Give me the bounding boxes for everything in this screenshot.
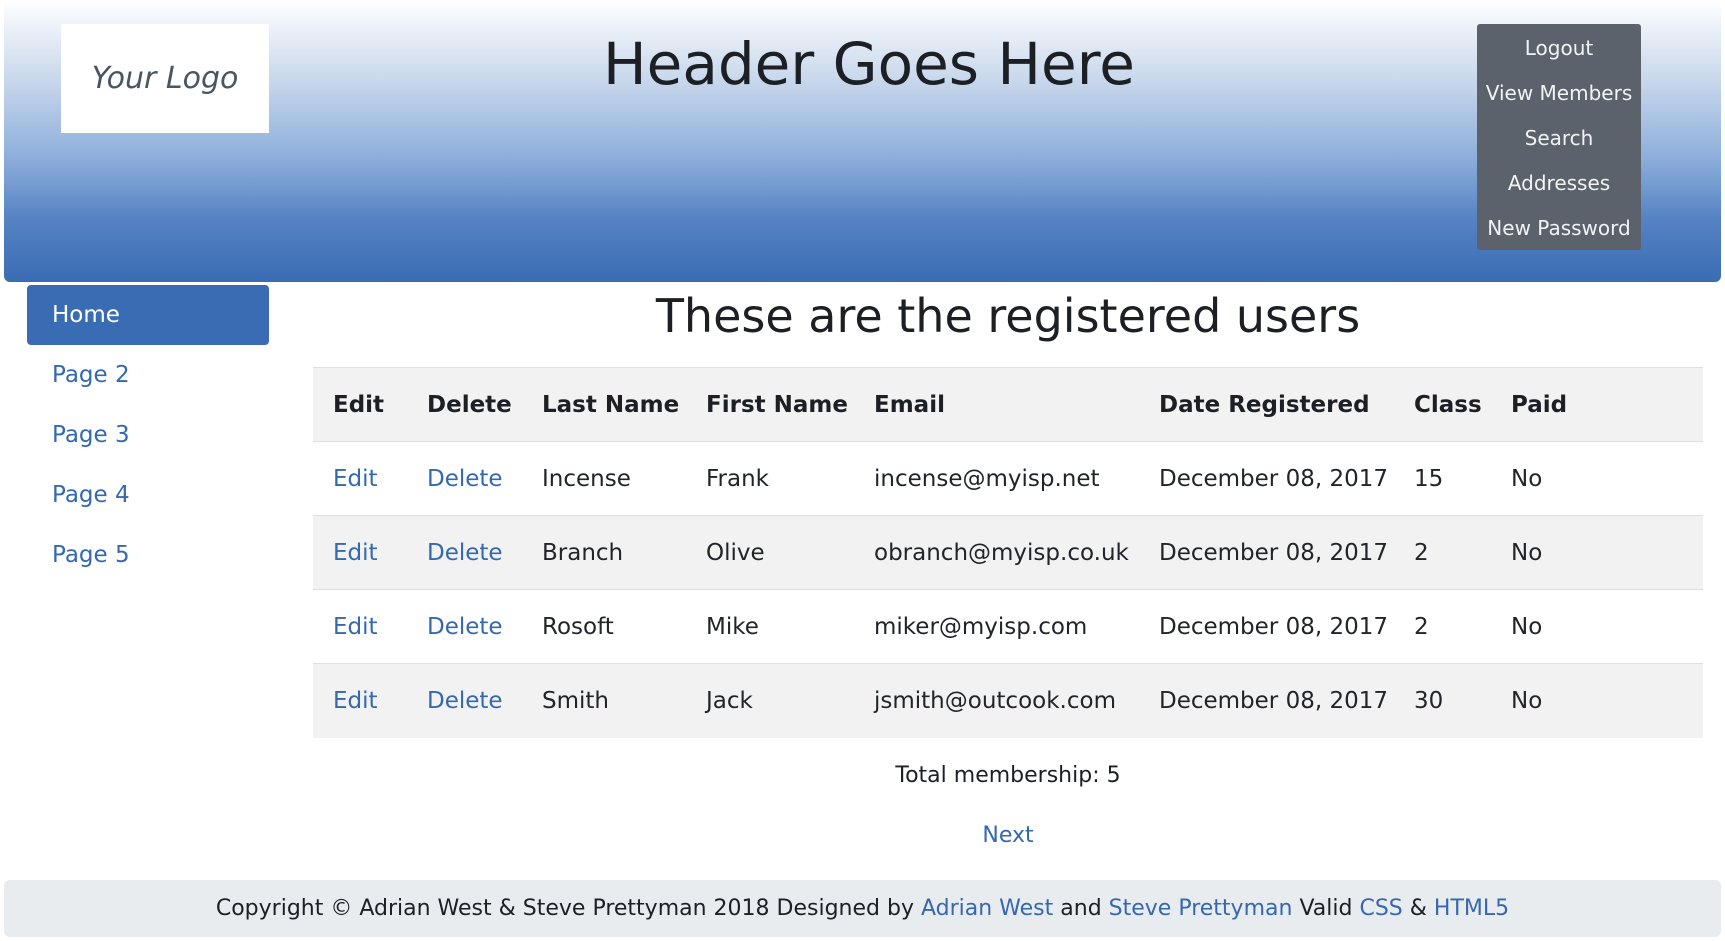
table-row: Edit Delete Smith Jack jsmith@outcook.co…: [313, 663, 1703, 738]
edit-link[interactable]: Edit: [333, 688, 378, 714]
first-name-cell: Jack: [686, 663, 854, 738]
footer-author-adrian-link[interactable]: Adrian West: [921, 896, 1053, 921]
date-registered-cell: December 08, 2017: [1139, 663, 1394, 738]
edit-link[interactable]: Edit: [333, 466, 378, 492]
first-name-cell: Olive: [686, 515, 854, 590]
addresses-link[interactable]: Addresses: [1477, 166, 1641, 211]
delete-link[interactable]: Delete: [427, 688, 503, 714]
main-content: These are the registered users Edit Dele…: [313, 285, 1703, 738]
delete-link[interactable]: Delete: [427, 466, 503, 492]
sidebar-item-page-5[interactable]: Page 5: [27, 525, 269, 585]
last-name-cell: Incense: [522, 441, 686, 516]
view-members-link[interactable]: View Members: [1477, 76, 1641, 121]
email-cell: miker@myisp.com: [854, 589, 1139, 664]
logout-link[interactable]: Logout: [1477, 31, 1641, 76]
date-registered-cell: December 08, 2017: [1139, 589, 1394, 664]
column-header-delete: Delete: [407, 367, 522, 442]
page-title: These are the registered users: [655, 289, 1361, 343]
edit-link[interactable]: Edit: [333, 614, 378, 640]
header-title: Header Goes Here: [603, 30, 1135, 98]
header: Your Logo Header Goes Here Logout View M…: [4, 0, 1721, 282]
sidebar-item-page-3[interactable]: Page 3: [27, 405, 269, 465]
column-header-class: Class: [1394, 367, 1491, 442]
table-row: Edit Delete Incense Frank incense@myisp.…: [313, 441, 1703, 516]
sidebar-item-home[interactable]: Home: [27, 285, 269, 345]
column-header-last-name: Last Name: [522, 367, 686, 442]
email-cell: jsmith@outcook.com: [854, 663, 1139, 738]
column-header-email: Email: [854, 367, 1139, 442]
new-password-link[interactable]: New Password: [1477, 211, 1641, 256]
footer-and: and: [1060, 896, 1102, 921]
footer: Copyright © Adrian West & Steve Prettyma…: [4, 880, 1721, 937]
column-header-paid: Paid: [1491, 367, 1703, 442]
sidebar-item-page-2[interactable]: Page 2: [27, 345, 269, 405]
paid-cell: No: [1491, 663, 1703, 738]
footer-valid: Valid: [1299, 896, 1353, 921]
first-name-cell: Mike: [686, 589, 854, 664]
table-header-row: Edit Delete Last Name First Name Email D…: [313, 367, 1703, 442]
column-header-date-registered: Date Registered: [1139, 367, 1394, 442]
footer-html5-link[interactable]: HTML5: [1434, 896, 1509, 921]
last-name-cell: Smith: [522, 663, 686, 738]
footer-author-steve-link[interactable]: Steve Prettyman: [1109, 896, 1293, 921]
column-header-first-name: First Name: [686, 367, 854, 442]
pagination: Next: [313, 823, 1703, 848]
paid-cell: No: [1491, 441, 1703, 516]
class-cell: 30: [1394, 663, 1491, 738]
footer-copyright: Copyright © Adrian West & Steve Prettyma…: [215, 896, 914, 921]
email-cell: obranch@myisp.co.uk: [854, 515, 1139, 590]
footer-amp: &: [1409, 896, 1427, 921]
footer-css-link[interactable]: CSS: [1359, 896, 1402, 921]
top-menu: Logout View Members Search Addresses New…: [1477, 24, 1641, 250]
table-row: Edit Delete Branch Olive obranch@myisp.c…: [313, 515, 1703, 590]
delete-link[interactable]: Delete: [427, 540, 503, 566]
first-name-cell: Frank: [686, 441, 854, 516]
class-cell: 2: [1394, 515, 1491, 590]
delete-link[interactable]: Delete: [427, 614, 503, 640]
class-cell: 2: [1394, 589, 1491, 664]
total-membership: Total membership: 5: [895, 763, 1121, 788]
edit-link[interactable]: Edit: [333, 540, 378, 566]
sidebar: Home Page 2 Page 3 Page 4 Page 5: [27, 285, 269, 585]
search-link[interactable]: Search: [1477, 121, 1641, 166]
sidebar-item-page-4[interactable]: Page 4: [27, 465, 269, 525]
last-name-cell: Branch: [522, 515, 686, 590]
last-name-cell: Rosoft: [522, 589, 686, 664]
column-header-edit: Edit: [313, 367, 407, 442]
logo[interactable]: Your Logo: [61, 24, 269, 133]
table-row: Edit Delete Rosoft Mike miker@myisp.com …: [313, 589, 1703, 664]
date-registered-cell: December 08, 2017: [1139, 441, 1394, 516]
date-registered-cell: December 08, 2017: [1139, 515, 1394, 590]
users-table: Edit Delete Last Name First Name Email D…: [313, 367, 1703, 738]
email-cell: incense@myisp.net: [854, 441, 1139, 516]
paid-cell: No: [1491, 515, 1703, 590]
paid-cell: No: [1491, 589, 1703, 664]
next-link[interactable]: Next: [982, 823, 1033, 848]
class-cell: 15: [1394, 441, 1491, 516]
